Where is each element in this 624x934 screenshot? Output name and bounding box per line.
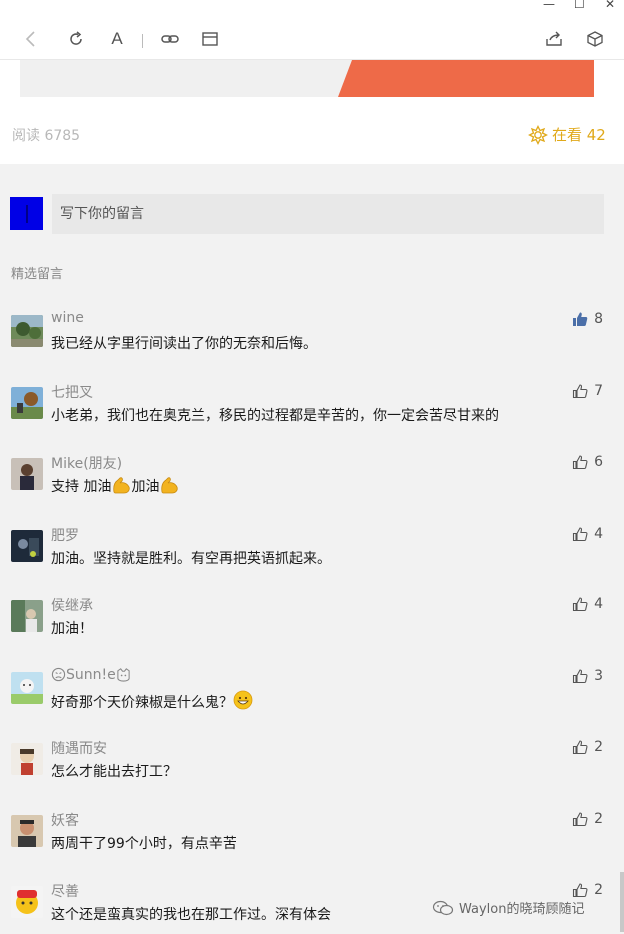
comment-item: Sunn!e 好奇那个天价辣椒是什么鬼？ 3 (0, 667, 624, 736)
avatar[interactable] (11, 672, 43, 704)
like-count: 4 (594, 596, 603, 612)
toolbar-divider (142, 34, 143, 48)
like-button[interactable]: 4 (572, 596, 603, 612)
like-count: 2 (594, 739, 603, 755)
comment-text: 加油。坚持就是胜利。有空再把英语抓起来。 (51, 551, 331, 567)
flexed-biceps-icon (161, 477, 179, 494)
comment-text: 支持 加油 加油 (51, 476, 179, 496)
scrollbar-thumb[interactable] (620, 872, 624, 932)
flexed-biceps-icon (113, 477, 131, 494)
maximize-button[interactable]: ☐ (574, 0, 585, 11)
avatar[interactable] (11, 743, 43, 775)
like-count: 6 (594, 454, 603, 470)
thumbs-up-icon (573, 455, 588, 470)
comment-author: 侯继承 (51, 598, 93, 614)
article-footer: 阅读 6785 在看 42 (0, 60, 624, 164)
sad-face-icon (51, 667, 66, 682)
link-icon[interactable] (159, 28, 181, 50)
back-icon[interactable] (20, 28, 42, 50)
featured-comments-title: 精选留言 (11, 267, 64, 282)
thumbs-up-icon (573, 812, 588, 827)
minimize-button[interactable]: — (543, 0, 555, 11)
avatar[interactable] (11, 530, 43, 562)
comment-author: 七把叉 (51, 385, 93, 401)
avatar[interactable] (11, 315, 43, 347)
refresh-icon[interactable] (65, 28, 87, 50)
comment-item: wine 我已经从字里行间读出了你的无奈和后悔。 8 (0, 310, 624, 379)
comment-text: 好奇那个天价辣椒是什么鬼？ (51, 690, 253, 712)
like-button[interactable]: 6 (572, 454, 603, 470)
comment-item: 七把叉 小老弟，我们也在奥克兰，移民的过程都是辛苦的，你一定会苦尽甘来的 7 (0, 383, 624, 451)
comment-author-name: Sunn!e (66, 667, 116, 683)
like-count: 7 (594, 383, 603, 399)
comment-item: 随遇而安 怎么才能出去打工？ 2 (0, 739, 624, 807)
avatar[interactable] (11, 458, 43, 490)
thumbs-up-icon (573, 740, 588, 755)
comment-item: 妖客 两周干了99个小时，有点辛苦 2 (0, 811, 624, 879)
share-icon[interactable] (543, 28, 565, 50)
avatar[interactable] (11, 600, 43, 632)
cube-icon[interactable] (584, 28, 606, 50)
comment-author: 随遇而安 (51, 741, 107, 757)
comment-author: wine (51, 310, 84, 326)
watching-button[interactable]: 在看 42 (528, 124, 606, 145)
comment-text: 小老弟，我们也在奥克兰，移民的过程都是辛苦的，你一定会苦尽甘来的 (51, 408, 499, 424)
watermark: Waylon的晓琦顾随记 (432, 898, 585, 917)
comment-author: Mike(朋友) (51, 456, 123, 472)
like-count: 2 (594, 811, 603, 827)
comment-text: 这个还是蛮真实的我也在那工作过。深有体会 (51, 907, 331, 923)
comment-text: 两周干了99个小时，有点辛苦 (51, 836, 237, 852)
comment-author: 尽善 (51, 884, 79, 900)
article-image (20, 60, 594, 97)
comment-item: 肥罗 加油。坚持就是胜利。有空再把英语抓起来。 4 (0, 526, 624, 594)
thumbs-up-icon (573, 883, 588, 898)
comment-text: 加油！ (51, 621, 93, 637)
thumbs-up-icon (573, 669, 588, 684)
grinning-face-icon (233, 690, 253, 710)
comment-text-part: 好奇那个天价辣椒是什么鬼？ (51, 695, 233, 711)
comment-text-part: 加油 (131, 479, 160, 495)
reader-view-icon[interactable] (199, 28, 221, 50)
like-button[interactable]: 3 (572, 668, 603, 684)
watermark-text: Waylon的晓琦顾随记 (459, 902, 585, 917)
flower-icon (528, 124, 548, 145)
like-count: 4 (594, 526, 603, 542)
thumbs-up-icon (573, 527, 588, 542)
browser-toolbar: A (0, 16, 624, 60)
like-button[interactable]: 2 (572, 811, 603, 827)
font-size-icon[interactable]: A (106, 28, 128, 50)
comment-text: 怎么才能出去打工？ (51, 764, 177, 780)
comment-input[interactable] (52, 194, 604, 234)
comment-author: 妖客 (51, 813, 79, 829)
read-count: 阅读 6785 (12, 128, 81, 144)
wechat-icon (432, 900, 454, 915)
comment-item: 侯继承 加油！ 4 (0, 596, 624, 664)
like-button[interactable]: 4 (572, 526, 603, 542)
comment-author: 肥罗 (51, 528, 79, 544)
comment-item: Mike(朋友) 支持 加油 加油 6 (0, 454, 624, 522)
article-image-orange-shape (338, 60, 594, 97)
cat-face-icon (117, 668, 130, 682)
like-button[interactable]: 7 (572, 383, 603, 399)
comment-text: 我已经从字里行间读出了你的无奈和后悔。 (51, 336, 317, 352)
avatar[interactable] (11, 387, 43, 419)
thumbs-up-filled-icon (573, 312, 588, 326)
avatar[interactable] (11, 815, 43, 847)
close-button[interactable]: ✕ (605, 0, 615, 11)
watching-label: 在看 42 (552, 126, 606, 144)
thumbs-up-icon (573, 384, 588, 399)
like-button[interactable]: 8 (572, 311, 603, 327)
window-titlebar: — ☐ ✕ (0, 0, 624, 16)
comment-author: Sunn!e (51, 667, 131, 683)
like-count: 8 (594, 311, 603, 327)
like-count: 3 (594, 668, 603, 684)
like-count: 2 (594, 882, 603, 898)
comment-box (10, 194, 604, 234)
comment-text-part: 支持 加油 (51, 479, 112, 495)
my-avatar (10, 197, 43, 230)
like-button[interactable]: 2 (572, 882, 603, 898)
avatar[interactable] (11, 886, 43, 918)
thumbs-up-icon (573, 597, 588, 612)
like-button[interactable]: 2 (572, 739, 603, 755)
